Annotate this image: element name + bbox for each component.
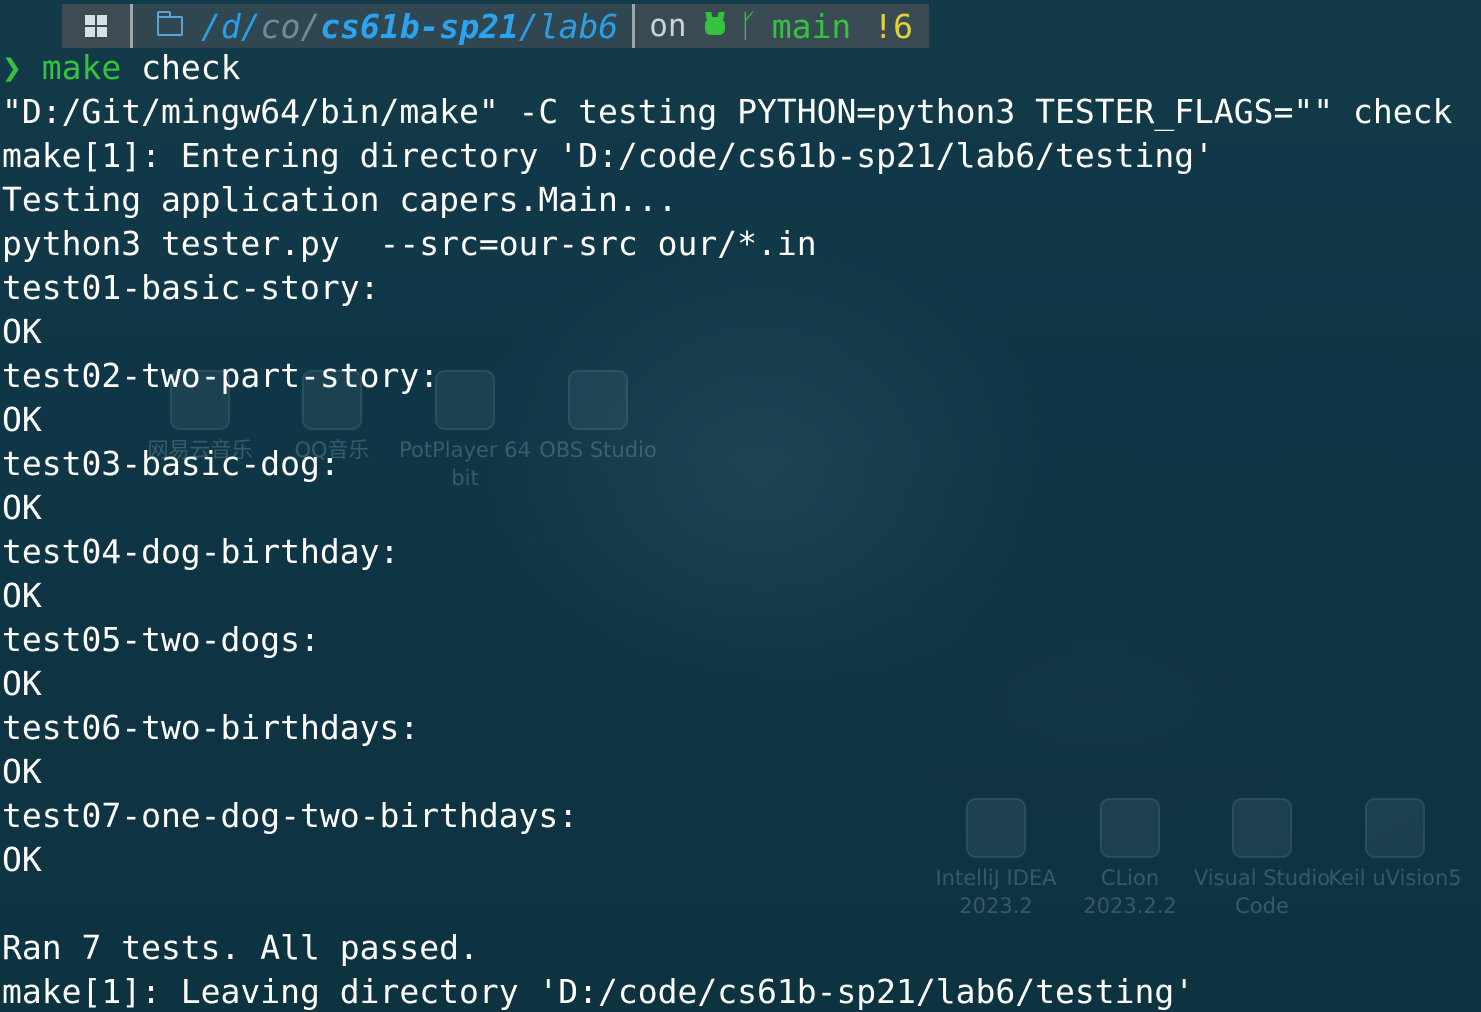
output-line: test04-dog-birthday: <box>2 532 400 571</box>
prompt-path-segment: /d/co/cs61b-sp21/lab6 <box>133 4 633 48</box>
windows-icon <box>85 15 107 37</box>
output-line: OK <box>2 488 42 527</box>
path-mid: co/ <box>260 6 321 46</box>
command-args: check <box>141 48 241 87</box>
prompt-on-label: on <box>649 8 687 44</box>
output-line: OK <box>2 576 42 615</box>
output-line: test07-one-dog-two-birthdays: <box>2 796 579 835</box>
command-line: ❯ make check <box>2 46 1452 90</box>
output-line: "D:/Git/mingw64/bin/make" -C testing PYT… <box>2 92 1453 131</box>
command-name: make <box>41 48 122 87</box>
output-line: Testing application capers.Main... <box>2 180 678 219</box>
github-icon <box>704 17 725 35</box>
output-line: test02-two-part-story: <box>2 356 440 395</box>
output-line: make[1]: Leaving directory 'D:/code/cs61… <box>2 972 1195 1011</box>
output-line: test06-two-birthdays: <box>2 708 420 747</box>
output-line: OK <box>2 752 42 791</box>
output-line: test05-two-dogs: <box>2 620 320 659</box>
path-tail: /lab6 <box>518 6 619 46</box>
output-line: test01-basic-story: <box>2 268 380 307</box>
shell-prompt-bar: /d/co/cs61b-sp21/lab6 on ᚴ main !6 <box>62 4 930 48</box>
terminal-output[interactable]: ❯ make check "D:/Git/mingw64/bin/make" -… <box>2 46 1452 1012</box>
output-line: OK <box>2 312 42 351</box>
output-line: make[1]: Entering directory 'D:/code/cs6… <box>2 136 1214 175</box>
git-branch-name: main <box>771 6 852 46</box>
output-line: python3 tester.py --src=our-src our/*.in <box>2 224 817 263</box>
path-prefix: /d/ <box>201 6 261 46</box>
output-line: Ran 7 tests. All passed. <box>2 928 479 967</box>
git-branch-icon: ᚴ <box>738 7 758 45</box>
folder-icon <box>157 11 183 36</box>
prompt-symbol: ❯ <box>2 48 22 87</box>
output-line: OK <box>2 840 42 879</box>
prompt-git-segment: on ᚴ main !6 <box>635 4 930 48</box>
prompt-os-segment <box>62 4 130 48</box>
prompt-path: /d/co/cs61b-sp21/lab6 <box>201 7 618 46</box>
output-line: OK <box>2 664 42 703</box>
path-repo: cs61b-sp21 <box>320 6 519 46</box>
git-status: !6 <box>873 6 914 46</box>
output-line: test03-basic-dog: <box>2 444 340 483</box>
output-line: OK <box>2 400 42 439</box>
